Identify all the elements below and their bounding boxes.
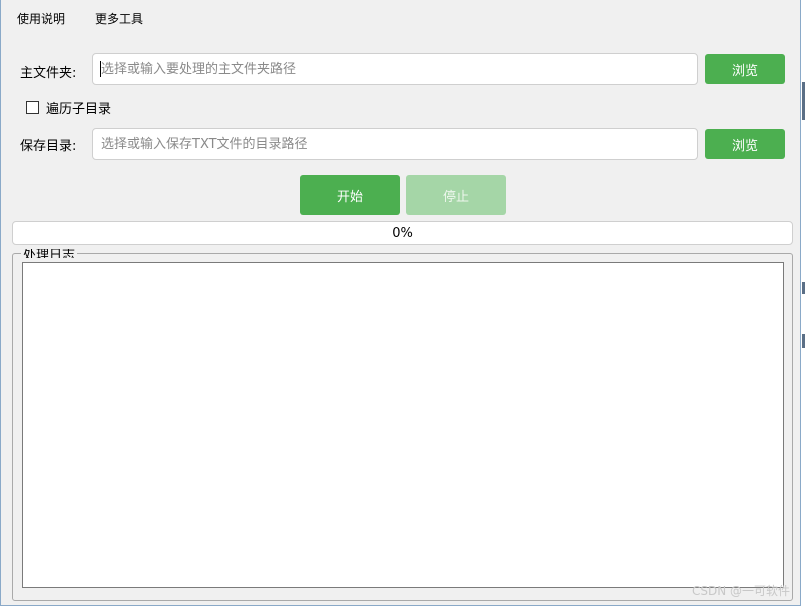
recurse-checkbox-label: 遍历子目录 <box>46 102 112 117</box>
save-dir-label: 保存目录: <box>20 139 77 154</box>
app-window: 使用说明 更多工具 主文件夹: 浏览 遍历子目录 保存目录: 浏览 开始 停止 … <box>0 0 801 606</box>
progress-bar: 0% <box>12 221 793 245</box>
menu-item-more-tools[interactable]: 更多工具 <box>80 6 158 32</box>
main-folder-input[interactable] <box>92 53 698 85</box>
stop-button[interactable]: 停止 <box>406 175 506 215</box>
text-caret <box>100 61 101 77</box>
recurse-checkbox[interactable]: 遍历子目录 <box>26 98 111 117</box>
start-button[interactable]: 开始 <box>300 175 400 215</box>
save-dir-browse-button[interactable]: 浏览 <box>705 129 785 159</box>
menu-bar: 使用说明 更多工具 <box>1 6 799 32</box>
main-folder-browse-button[interactable]: 浏览 <box>705 54 785 84</box>
menu-item-help[interactable]: 使用说明 <box>1 6 80 32</box>
watermark: CSDN @一可软件 <box>691 584 790 598</box>
checkbox-box[interactable] <box>26 101 39 114</box>
log-groupbox-title: 处理日志 <box>21 249 78 258</box>
progress-text: 0% <box>392 225 413 241</box>
main-folder-label: 主文件夹: <box>20 66 77 81</box>
log-textarea[interactable] <box>22 262 784 588</box>
save-dir-input[interactable] <box>92 128 698 160</box>
